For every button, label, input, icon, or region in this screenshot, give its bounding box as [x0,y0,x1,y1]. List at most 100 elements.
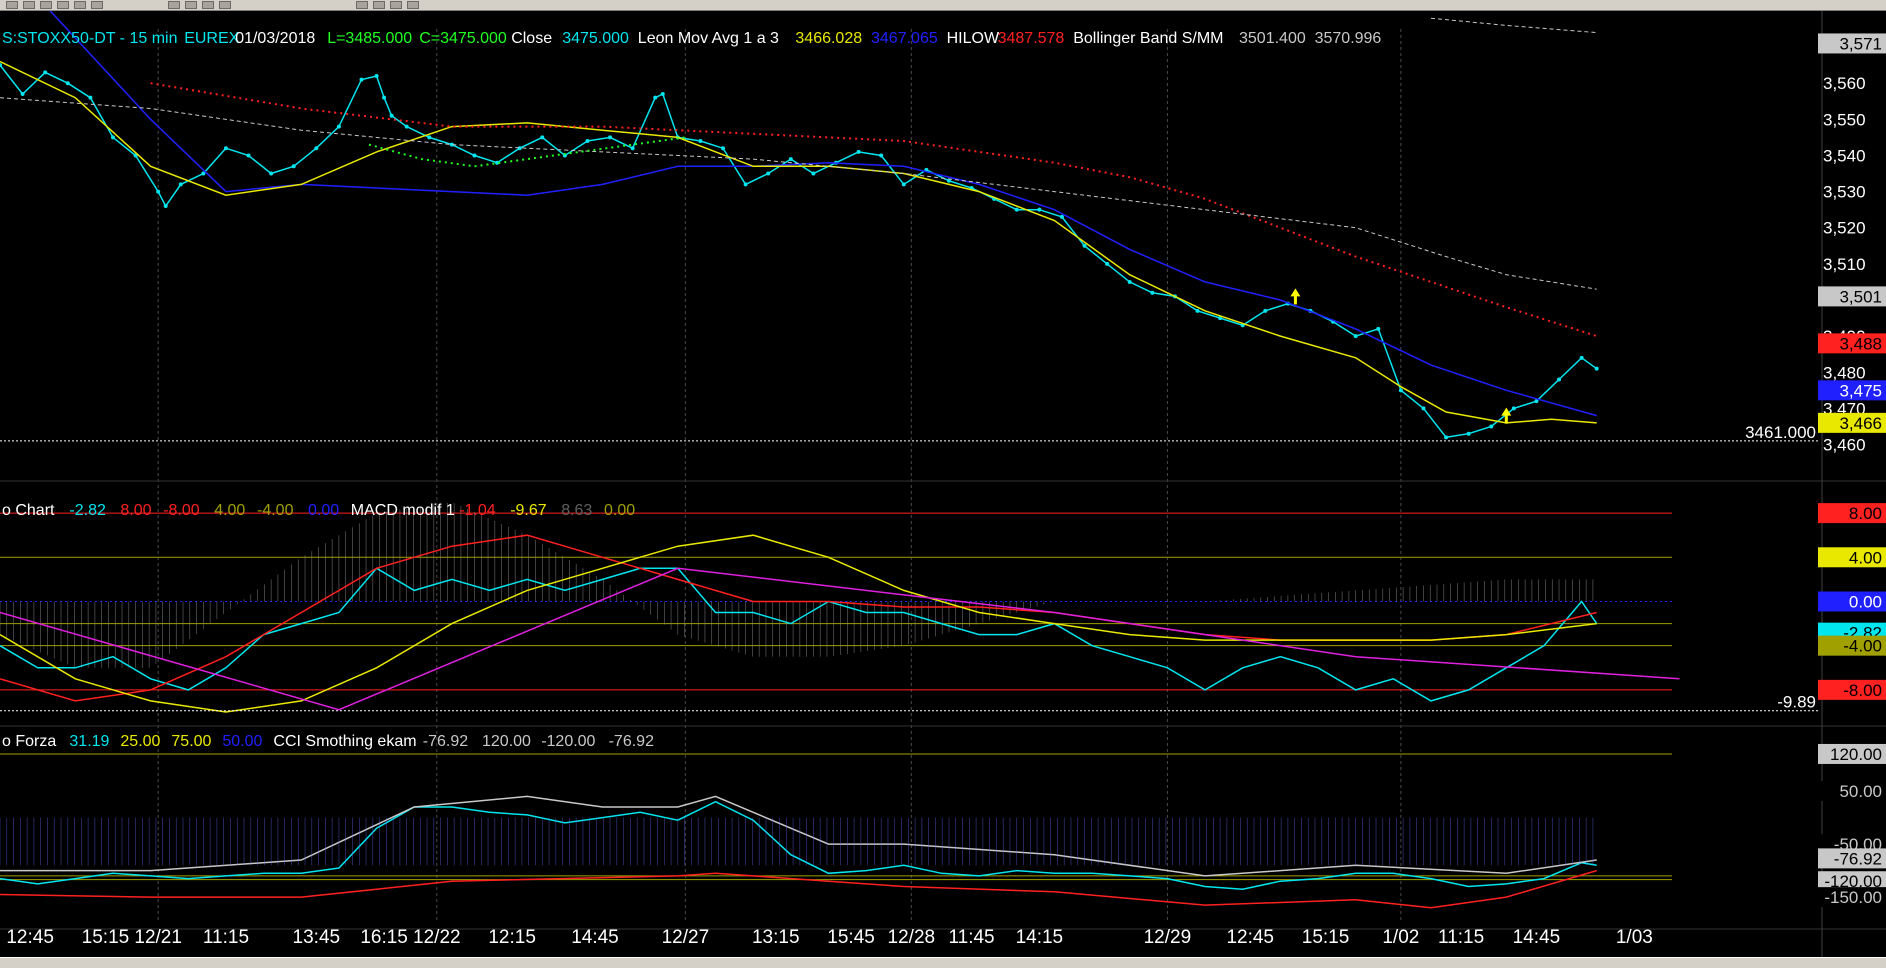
price-point [269,171,274,176]
price-point [540,135,545,140]
price-point [1579,355,1584,360]
badge-label: 3,475 [1839,381,1882,400]
status-bar [0,957,1886,968]
arrow-down-icon[interactable] [407,1,419,9]
badge-label: 50.00 [1839,782,1882,801]
price-point [1263,308,1268,313]
axis-layer: 3,571 3,560 3,550 3,540 3,530 3,520 3,510 3,501… [0,33,1886,948]
open-icon[interactable] [6,1,18,9]
price-point [382,95,387,100]
header-item: CCI Smothing ekam [273,733,416,750]
badge-label: 4.00 [1849,548,1882,567]
price-point [223,146,228,151]
x-tick-label: 12/21 [134,927,182,948]
x-tick-label: 11:15 [203,927,249,948]
print-icon[interactable] [40,1,52,9]
copy-icon[interactable] [74,1,86,9]
price-point [336,124,341,129]
badge-label: 3,501 [1839,287,1882,306]
price-point [1127,279,1132,284]
price-tick-label: 3,520 [1823,219,1866,238]
x-tick-label: 15:15 [1302,927,1350,948]
series--1.04 [0,534,1597,702]
price-point [43,70,48,75]
crosshair-icon[interactable] [219,1,231,9]
x-tick-label: 12:45 [6,927,54,948]
badge-label: 3,571 [1839,34,1882,53]
price-point [65,81,70,86]
price-point [1444,435,1449,440]
badge-label: 0.00 [1849,592,1882,611]
cursor-label: 3461.000 [1745,423,1816,442]
price-point [88,95,93,100]
x-tick-label: 12/28 [888,927,936,948]
x-tick-label: 11:15 [1438,927,1484,948]
x-tick-label: 1/03 [1616,927,1653,948]
x-tick-label: 12/22 [413,927,461,948]
header-item: 75.00 [171,733,211,750]
arrow-up-icon[interactable] [390,1,402,9]
header-item: 01/03/2018 [235,30,315,47]
price-point [608,135,613,140]
price-point [1059,214,1064,219]
price-tick-label: 3,510 [1823,255,1866,274]
header-item: -1.04 [459,502,496,519]
price-tick-label: 3,460 [1823,436,1866,455]
header-item: -76.92 [609,733,654,750]
badge-label: -150.00 [1824,888,1882,907]
price-point [811,171,816,176]
cut-icon[interactable] [57,1,69,9]
price-point [1557,377,1562,382]
series-3487.578 [150,82,1598,338]
header-item: HILOW [947,30,1000,47]
header-item: 120.00 [482,733,531,750]
header-item: o Forza [2,733,56,750]
price-point [163,204,168,209]
price-point [1014,207,1019,212]
badge-label: 8.00 [1849,504,1882,523]
badge-label: -8.00 [1843,681,1882,700]
header-item: 8.00 [120,502,151,519]
toolbar [0,0,1886,11]
price-point [856,149,861,154]
price-point [156,189,161,194]
price-point [743,182,748,187]
fib-tool-icon[interactable] [373,1,385,9]
x-tick-label: 14:15 [1016,927,1064,948]
price-point [660,92,665,97]
header-item: S:STOXX50-DT - 15 min [2,30,177,47]
price-point [1082,243,1087,248]
header-item: -4.00 [257,502,294,519]
price-point [427,135,432,140]
header-item: 3487.578 [998,30,1065,47]
price-point [110,135,115,140]
price-point [291,164,296,169]
x-tick-label: 12:15 [488,927,536,948]
price-point [374,73,379,78]
price-point [766,171,771,176]
badge-label: -4.00 [1843,637,1882,656]
header-item: Leon Mov Avg 1 a 3 [638,30,779,47]
zoom-out-icon[interactable] [185,1,197,9]
x-tick-label: 13:45 [293,927,341,948]
price-tick-label: 3,480 [1823,363,1866,382]
paste-icon[interactable] [91,1,103,9]
series-cci_smooth [0,795,1597,877]
price-point [630,146,635,151]
header-item: -8.00 [163,502,200,519]
line-tool-icon[interactable] [356,1,368,9]
x-tick-label: 1/02 [1382,927,1419,948]
zoom-in-icon[interactable] [168,1,180,9]
chart-canvas[interactable]: 3,571 3,560 3,550 3,540 3,530 3,520 3,510 3,501… [0,11,1886,957]
header-item: EUREX [184,30,239,47]
header-item: -76.92 [423,733,468,750]
x-tick-label: 12:45 [1226,927,1274,948]
header-item: 0.00 [308,502,339,519]
save-icon[interactable] [23,1,35,9]
price-point [879,153,884,158]
price-point [1037,207,1042,212]
header-item: 4.00 [214,502,245,519]
price-point [472,153,477,158]
cursor-icon[interactable] [202,1,214,9]
price-point [1398,388,1403,393]
